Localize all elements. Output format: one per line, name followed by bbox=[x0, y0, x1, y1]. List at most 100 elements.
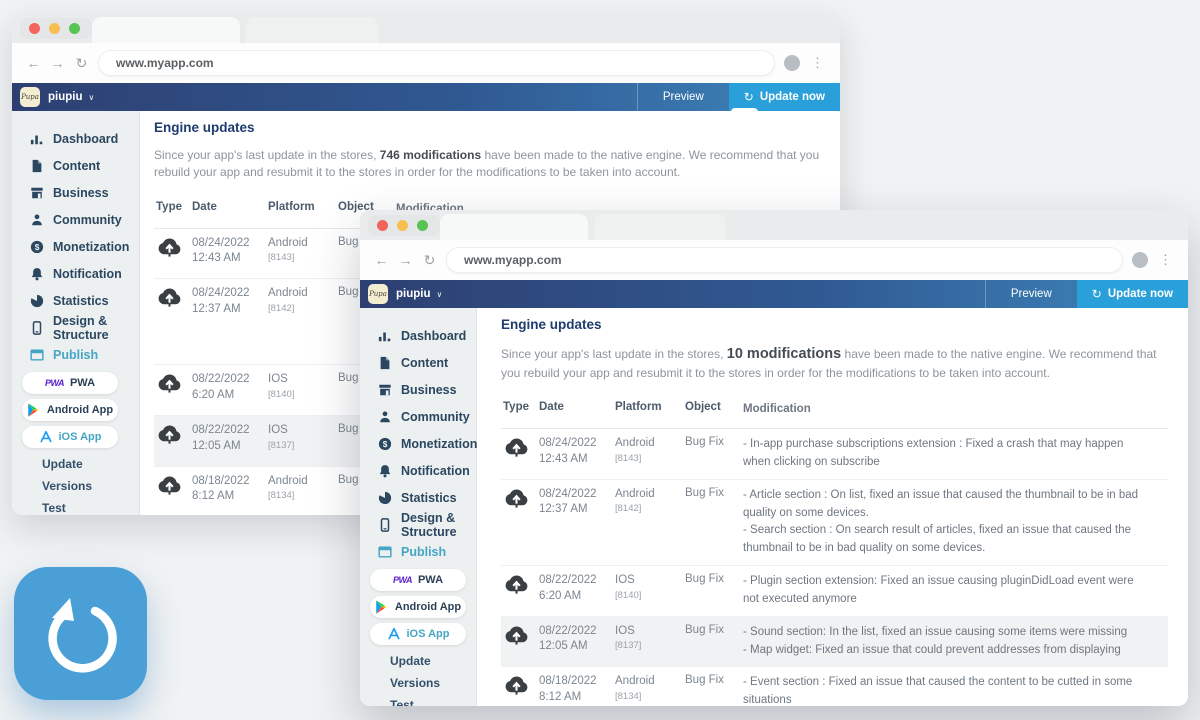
browser-tab-active[interactable] bbox=[92, 17, 240, 43]
browser-window-front: ← → ↻ www.myapp.com ⋮ Pupa piupiu ∨ Prev… bbox=[360, 210, 1188, 706]
app-navbar: Pupa piupiu ∨ Preview ↻Update now bbox=[360, 280, 1188, 308]
app-logo-script: Pupa bbox=[21, 93, 39, 101]
cell-date: 08/22/202212:05 AM bbox=[539, 624, 615, 655]
close-window-button[interactable] bbox=[29, 23, 40, 34]
document-icon bbox=[378, 356, 392, 370]
sidebar-link-versions[interactable]: Versions bbox=[12, 475, 139, 497]
cloud-upload-icon bbox=[503, 573, 530, 596]
forward-icon[interactable]: → bbox=[50, 55, 65, 71]
cell-date: 08/24/202212:37 AM bbox=[192, 286, 268, 317]
sidebar-item-notification[interactable]: Notification bbox=[360, 457, 476, 484]
sidebar-item-monetization[interactable]: Monetization bbox=[12, 233, 139, 260]
zoom-window-button[interactable] bbox=[417, 220, 428, 231]
sidebar-item-business[interactable]: Business bbox=[360, 376, 476, 403]
ios-app-button[interactable]: iOS App bbox=[370, 623, 466, 645]
sidebar-item-content[interactable]: Content bbox=[360, 349, 476, 376]
cell-date: 08/24/202212:43 AM bbox=[192, 236, 268, 267]
modification-count: 746 modifications bbox=[380, 148, 481, 162]
app-logo: Pupa bbox=[20, 87, 40, 107]
traffic-lights bbox=[368, 215, 440, 236]
browser-tab-inactive[interactable] bbox=[246, 17, 378, 43]
cloud-upload-icon bbox=[503, 624, 530, 647]
intro-text: Since your app's last update in the stor… bbox=[501, 344, 1168, 382]
update-now-button[interactable]: ↻Update now bbox=[729, 83, 840, 111]
sidebar-item-publish[interactable]: Publish bbox=[360, 538, 476, 565]
preview-button[interactable]: Preview bbox=[637, 83, 729, 111]
sidebar-link-update[interactable]: Update bbox=[360, 650, 476, 672]
table-row[interactable]: 08/22/202212:05 AM IOS[8137] Bug Fix - S… bbox=[501, 617, 1168, 668]
cell-date: 08/24/202212:37 AM bbox=[539, 487, 615, 518]
browser-toolbar: ← → ↻ www.myapp.com ⋮ bbox=[360, 240, 1188, 280]
android-app-button[interactable]: Android App bbox=[370, 596, 466, 618]
table-row[interactable]: 08/22/20226:20 AM IOS[8140] Bug Fix - Pl… bbox=[501, 566, 1168, 617]
cell-date: 08/18/20228:12 AM bbox=[192, 474, 268, 505]
sidebar-link-test[interactable]: Test bbox=[12, 497, 139, 515]
sidebar-item-monetization[interactable]: Monetization bbox=[360, 430, 476, 457]
back-icon[interactable]: ← bbox=[374, 252, 389, 268]
sidebar-item-design-structure[interactable]: Design & Structure bbox=[360, 511, 476, 538]
cloud-upload-icon bbox=[156, 236, 183, 259]
refresh-icon: ↻ bbox=[744, 90, 754, 104]
sidebar-item-content[interactable]: Content bbox=[12, 152, 139, 179]
person-icon bbox=[30, 213, 44, 227]
table-row[interactable]: 08/18/20228:12 AM Android[8134] Bug Fix … bbox=[501, 667, 1168, 706]
sidebar-link-update[interactable]: Update bbox=[12, 453, 139, 475]
sidebar-item-dashboard[interactable]: Dashboard bbox=[12, 125, 139, 152]
chevron-down-icon[interactable]: ∨ bbox=[437, 290, 443, 299]
update-now-button[interactable]: ↻Update now bbox=[1077, 280, 1188, 308]
pie-chart-icon bbox=[30, 294, 44, 308]
address-bar[interactable]: www.myapp.com bbox=[98, 50, 775, 76]
app-name: piupiu bbox=[48, 91, 83, 103]
preview-button[interactable]: Preview bbox=[985, 280, 1077, 308]
browser-menu-icon[interactable]: ⋮ bbox=[809, 55, 826, 71]
browser-tab-inactive[interactable] bbox=[594, 214, 726, 240]
minimize-window-button[interactable] bbox=[397, 220, 408, 231]
modification-count: 10 modifications bbox=[727, 346, 841, 362]
sidebar-item-statistics[interactable]: Statistics bbox=[360, 484, 476, 511]
cell-modification: - Plugin section extension: Fixed an iss… bbox=[743, 573, 1168, 609]
browser-toolbar: ← → ↻ www.myapp.com ⋮ bbox=[12, 43, 840, 83]
sidebar: Dashboard Content Business Community Mon… bbox=[360, 308, 477, 706]
pwa-button[interactable]: PWAPWA bbox=[370, 569, 466, 591]
cloud-upload-icon bbox=[156, 286, 183, 309]
cell-platform: Android[8143] bbox=[268, 236, 338, 265]
android-app-button[interactable]: Android App bbox=[22, 399, 118, 421]
sidebar-link-test[interactable]: Test bbox=[360, 694, 476, 706]
window-titlebar bbox=[12, 13, 840, 43]
sidebar-item-business[interactable]: Business bbox=[12, 179, 139, 206]
chevron-down-icon[interactable]: ∨ bbox=[89, 93, 95, 102]
forward-icon[interactable]: → bbox=[398, 252, 413, 268]
sidebar-item-design-structure[interactable]: Design & Structure bbox=[12, 314, 139, 341]
address-bar[interactable]: www.myapp.com bbox=[446, 247, 1123, 273]
dollar-icon bbox=[30, 240, 44, 254]
sidebar-item-publish[interactable]: Publish bbox=[12, 341, 139, 368]
person-icon bbox=[378, 410, 392, 424]
ios-app-button[interactable]: iOS App bbox=[22, 426, 118, 448]
url-text: www.myapp.com bbox=[464, 253, 562, 267]
pie-chart-icon bbox=[378, 491, 392, 505]
table-row[interactable]: 08/24/202212:37 AM Android[8142] Bug Fix… bbox=[501, 480, 1168, 566]
profile-avatar[interactable] bbox=[1132, 252, 1148, 268]
reload-icon[interactable]: ↻ bbox=[422, 252, 437, 269]
table-header-row: Type Date Platform Object Modification bbox=[501, 401, 1168, 429]
sidebar-item-community[interactable]: Community bbox=[12, 206, 139, 233]
sidebar-item-statistics[interactable]: Statistics bbox=[12, 287, 139, 314]
profile-avatar[interactable] bbox=[784, 55, 800, 71]
app-icon-refresh[interactable] bbox=[14, 567, 147, 700]
close-window-button[interactable] bbox=[377, 220, 388, 231]
reload-icon[interactable]: ↻ bbox=[74, 55, 89, 72]
minimize-window-button[interactable] bbox=[49, 23, 60, 34]
sidebar-item-community[interactable]: Community bbox=[360, 403, 476, 430]
browser-window-icon bbox=[30, 348, 44, 362]
app-store-icon bbox=[39, 430, 53, 444]
zoom-window-button[interactable] bbox=[69, 23, 80, 34]
refresh-arrow-icon bbox=[39, 592, 123, 676]
back-icon[interactable]: ← bbox=[26, 55, 41, 71]
sidebar-item-dashboard[interactable]: Dashboard bbox=[360, 322, 476, 349]
sidebar-item-notification[interactable]: Notification bbox=[12, 260, 139, 287]
pwa-button[interactable]: PWAPWA bbox=[22, 372, 118, 394]
browser-menu-icon[interactable]: ⋮ bbox=[1157, 252, 1174, 268]
browser-tab-active[interactable] bbox=[440, 214, 588, 240]
sidebar-link-versions[interactable]: Versions bbox=[360, 672, 476, 694]
table-row[interactable]: 08/24/202212:43 AM Android[8143] Bug Fix… bbox=[501, 429, 1168, 480]
